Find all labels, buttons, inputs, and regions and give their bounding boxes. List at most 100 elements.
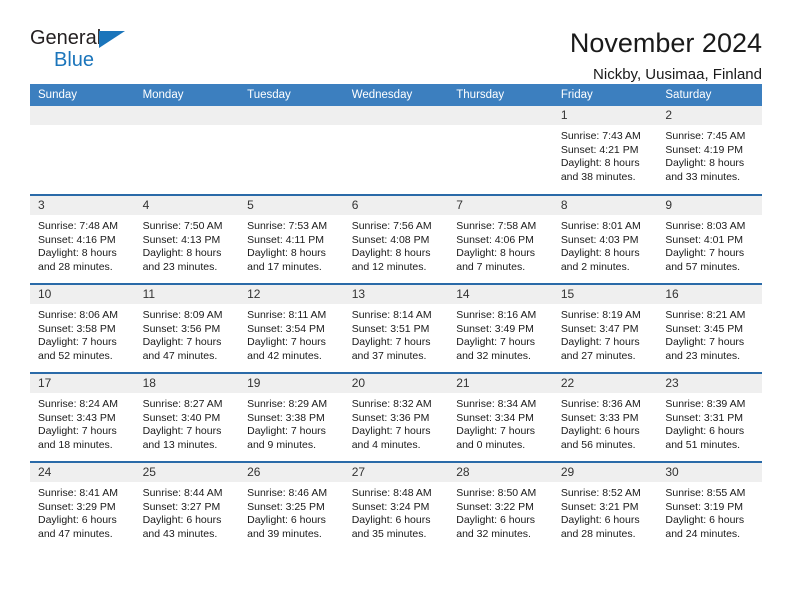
sunrise-text: Sunrise: 8:48 AM	[351, 487, 432, 499]
sunset-text: Sunset: 3:33 PM	[560, 411, 639, 424]
sunset-text: Sunset: 3:36 PM	[351, 411, 430, 424]
day-cell[interactable]: 7 Sunrise: 7:58 AM Sunset: 4:06 PM Dayli…	[448, 194, 553, 284]
sunset-text: Sunset: 4:01 PM	[665, 233, 744, 246]
sunset-text: Sunset: 3:45 PM	[665, 322, 744, 335]
sunrise-text: Sunrise: 7:56 AM	[351, 220, 432, 232]
daylight-text-line2: and 17 minutes.	[247, 260, 322, 273]
day-cell[interactable]: 12 Sunrise: 8:11 AM Sunset: 3:54 PM Dayl…	[239, 283, 344, 373]
daylight-text-line2: and 42 minutes.	[247, 349, 322, 362]
daylight-text-line2: and 56 minutes.	[560, 438, 636, 451]
day-cell[interactable]: 9 Sunrise: 8:03 AM Sunset: 4:01 PM Dayli…	[657, 194, 762, 284]
day-cell[interactable]: 2 Sunrise: 7:45 AM Sunset: 4:19 PM Dayli…	[657, 106, 762, 195]
day-details: Sunrise: 8:44 AM Sunset: 3:27 PM Dayligh…	[135, 482, 240, 541]
sunset-text: Sunset: 3:27 PM	[142, 500, 221, 513]
weekday-header-monday: Monday	[134, 84, 240, 106]
day-number: 25	[134, 463, 240, 482]
day-cell[interactable]: 18 Sunrise: 8:27 AM Sunset: 3:40 PM Dayl…	[134, 372, 240, 462]
day-cell[interactable]: 29 Sunrise: 8:52 AM Sunset: 3:21 PM Dayl…	[552, 461, 658, 551]
sunrise-text: Sunrise: 8:06 AM	[38, 309, 118, 321]
day-cell[interactable]: 21 Sunrise: 8:34 AM Sunset: 3:34 PM Dayl…	[448, 372, 553, 462]
sunrise-sunset-calendar-table: Sunday Monday Tuesday Wednesday Thursday…	[30, 84, 762, 551]
day-details: Sunrise: 8:36 AM Sunset: 3:33 PM Dayligh…	[553, 393, 658, 452]
daylight-text-line2: and 23 minutes.	[142, 260, 218, 273]
day-cell[interactable]: 20 Sunrise: 8:32 AM Sunset: 3:36 PM Dayl…	[343, 372, 449, 462]
day-cell[interactable]: 26 Sunrise: 8:46 AM Sunset: 3:25 PM Dayl…	[239, 461, 344, 551]
day-number: 21	[448, 374, 553, 393]
daylight-text-line1: Daylight: 7 hours	[665, 247, 745, 260]
daylight-text-line1: Daylight: 7 hours	[665, 336, 745, 349]
day-cell[interactable]: 16 Sunrise: 8:21 AM Sunset: 3:45 PM Dayl…	[657, 283, 762, 373]
sunset-text: Sunset: 4:13 PM	[142, 233, 221, 246]
daylight-text-line1: Daylight: 6 hours	[560, 514, 640, 527]
day-details: Sunrise: 8:24 AM Sunset: 3:43 PM Dayligh…	[30, 393, 135, 452]
daylight-text-line1: Daylight: 6 hours	[665, 514, 745, 527]
daylight-text-line2: and 12 minutes.	[351, 260, 427, 273]
sunrise-text: Sunrise: 8:50 AM	[456, 487, 537, 499]
day-cell[interactable]: 30 Sunrise: 8:55 AM Sunset: 3:19 PM Dayl…	[657, 461, 762, 551]
day-details: Sunrise: 8:19 AM Sunset: 3:47 PM Dayligh…	[553, 304, 658, 363]
day-cell[interactable]: 13 Sunrise: 8:14 AM Sunset: 3:51 PM Dayl…	[343, 283, 449, 373]
day-number: 19	[239, 374, 344, 393]
day-details: Sunrise: 7:48 AM Sunset: 4:16 PM Dayligh…	[30, 215, 135, 274]
day-details: Sunrise: 8:34 AM Sunset: 3:34 PM Dayligh…	[448, 393, 553, 452]
sunset-text: Sunset: 4:03 PM	[560, 233, 639, 246]
daylight-text-line2: and 57 minutes.	[665, 260, 741, 273]
day-cell[interactable]: 22 Sunrise: 8:36 AM Sunset: 3:33 PM Dayl…	[552, 372, 658, 462]
daylight-text-line1: Daylight: 7 hours	[560, 336, 640, 349]
day-cell[interactable]: 15 Sunrise: 8:19 AM Sunset: 3:47 PM Dayl…	[552, 283, 658, 373]
day-cell[interactable]: 5 Sunrise: 7:53 AM Sunset: 4:11 PM Dayli…	[239, 194, 344, 284]
sunrise-text: Sunrise: 8:46 AM	[247, 487, 328, 499]
sunrise-text: Sunrise: 8:41 AM	[38, 487, 118, 499]
day-cell[interactable]: 6 Sunrise: 7:56 AM Sunset: 4:08 PM Dayli…	[343, 194, 449, 284]
day-details: Sunrise: 8:09 AM Sunset: 3:56 PM Dayligh…	[135, 304, 240, 363]
day-cell[interactable]: 27 Sunrise: 8:48 AM Sunset: 3:24 PM Dayl…	[343, 461, 449, 551]
page-header: General Blue November 2024 Nickby, Uusim…	[30, 0, 762, 83]
week-row: 1 Sunrise: 7:43 AM Sunset: 4:21 PM Dayli…	[30, 106, 762, 195]
sunset-text: Sunset: 3:22 PM	[456, 500, 534, 513]
sunrise-text: Sunrise: 8:32 AM	[351, 398, 432, 410]
day-cell[interactable]: 10 Sunrise: 8:06 AM Sunset: 3:58 PM Dayl…	[30, 283, 135, 373]
day-details: Sunrise: 8:32 AM Sunset: 3:36 PM Dayligh…	[344, 393, 449, 452]
sunrise-text: Sunrise: 8:19 AM	[560, 309, 641, 321]
logo-text-general: General	[30, 27, 102, 49]
day-number: 3	[30, 196, 135, 215]
daylight-text-line1: Daylight: 8 hours	[560, 157, 640, 170]
general-blue-logo[interactable]: General Blue	[30, 28, 150, 74]
daylight-text-line1: Daylight: 7 hours	[38, 336, 117, 349]
sunrise-text: Sunrise: 7:50 AM	[142, 220, 223, 232]
sunrise-text: Sunrise: 7:58 AM	[456, 220, 537, 232]
day-details: Sunrise: 8:39 AM Sunset: 3:31 PM Dayligh…	[657, 393, 762, 452]
daylight-text-line2: and 43 minutes.	[142, 527, 218, 540]
sunrise-text: Sunrise: 8:24 AM	[38, 398, 118, 410]
day-details: Sunrise: 7:45 AM Sunset: 4:19 PM Dayligh…	[657, 125, 762, 184]
day-cell[interactable]: 14 Sunrise: 8:16 AM Sunset: 3:49 PM Dayl…	[448, 283, 553, 373]
day-details: Sunrise: 8:11 AM Sunset: 3:54 PM Dayligh…	[239, 304, 344, 363]
day-details: Sunrise: 7:56 AM Sunset: 4:08 PM Dayligh…	[344, 215, 449, 274]
daylight-text-line1: Daylight: 7 hours	[142, 425, 222, 438]
day-cell[interactable]: 28 Sunrise: 8:50 AM Sunset: 3:22 PM Dayl…	[448, 461, 553, 551]
day-number: 7	[448, 196, 553, 215]
sunset-text: Sunset: 3:24 PM	[351, 500, 430, 513]
daylight-text-line1: Daylight: 8 hours	[560, 247, 640, 260]
day-cell[interactable]: 24 Sunrise: 8:41 AM Sunset: 3:29 PM Dayl…	[30, 461, 135, 551]
day-cell[interactable]: 25 Sunrise: 8:44 AM Sunset: 3:27 PM Dayl…	[134, 461, 240, 551]
day-details: Sunrise: 8:50 AM Sunset: 3:22 PM Dayligh…	[448, 482, 553, 541]
day-details: Sunrise: 8:21 AM Sunset: 3:45 PM Dayligh…	[657, 304, 762, 363]
day-details: Sunrise: 7:53 AM Sunset: 4:11 PM Dayligh…	[239, 215, 344, 274]
day-cell[interactable]: 4 Sunrise: 7:50 AM Sunset: 4:13 PM Dayli…	[134, 194, 240, 284]
sunset-text: Sunset: 3:56 PM	[142, 322, 221, 335]
day-cell[interactable]: 19 Sunrise: 8:29 AM Sunset: 3:38 PM Dayl…	[239, 372, 344, 462]
day-cell[interactable]: 11 Sunrise: 8:09 AM Sunset: 3:56 PM Dayl…	[134, 283, 240, 373]
day-cell[interactable]: 1 Sunrise: 7:43 AM Sunset: 4:21 PM Dayli…	[552, 106, 658, 195]
day-cell[interactable]: 8 Sunrise: 8:01 AM Sunset: 4:03 PM Dayli…	[552, 194, 658, 284]
day-number: 18	[134, 374, 240, 393]
sunset-text: Sunset: 3:54 PM	[247, 322, 325, 335]
day-cell-empty	[343, 106, 449, 195]
daylight-text-line2: and 9 minutes.	[247, 438, 317, 451]
day-cell-empty	[448, 106, 553, 195]
sunset-text: Sunset: 3:40 PM	[142, 411, 221, 424]
day-cell[interactable]: 17 Sunrise: 8:24 AM Sunset: 3:43 PM Dayl…	[30, 372, 135, 462]
day-cell[interactable]: 3 Sunrise: 7:48 AM Sunset: 4:16 PM Dayli…	[30, 194, 135, 284]
day-cell[interactable]: 23 Sunrise: 8:39 AM Sunset: 3:31 PM Dayl…	[657, 372, 762, 462]
daylight-text-line1: Daylight: 7 hours	[142, 336, 222, 349]
